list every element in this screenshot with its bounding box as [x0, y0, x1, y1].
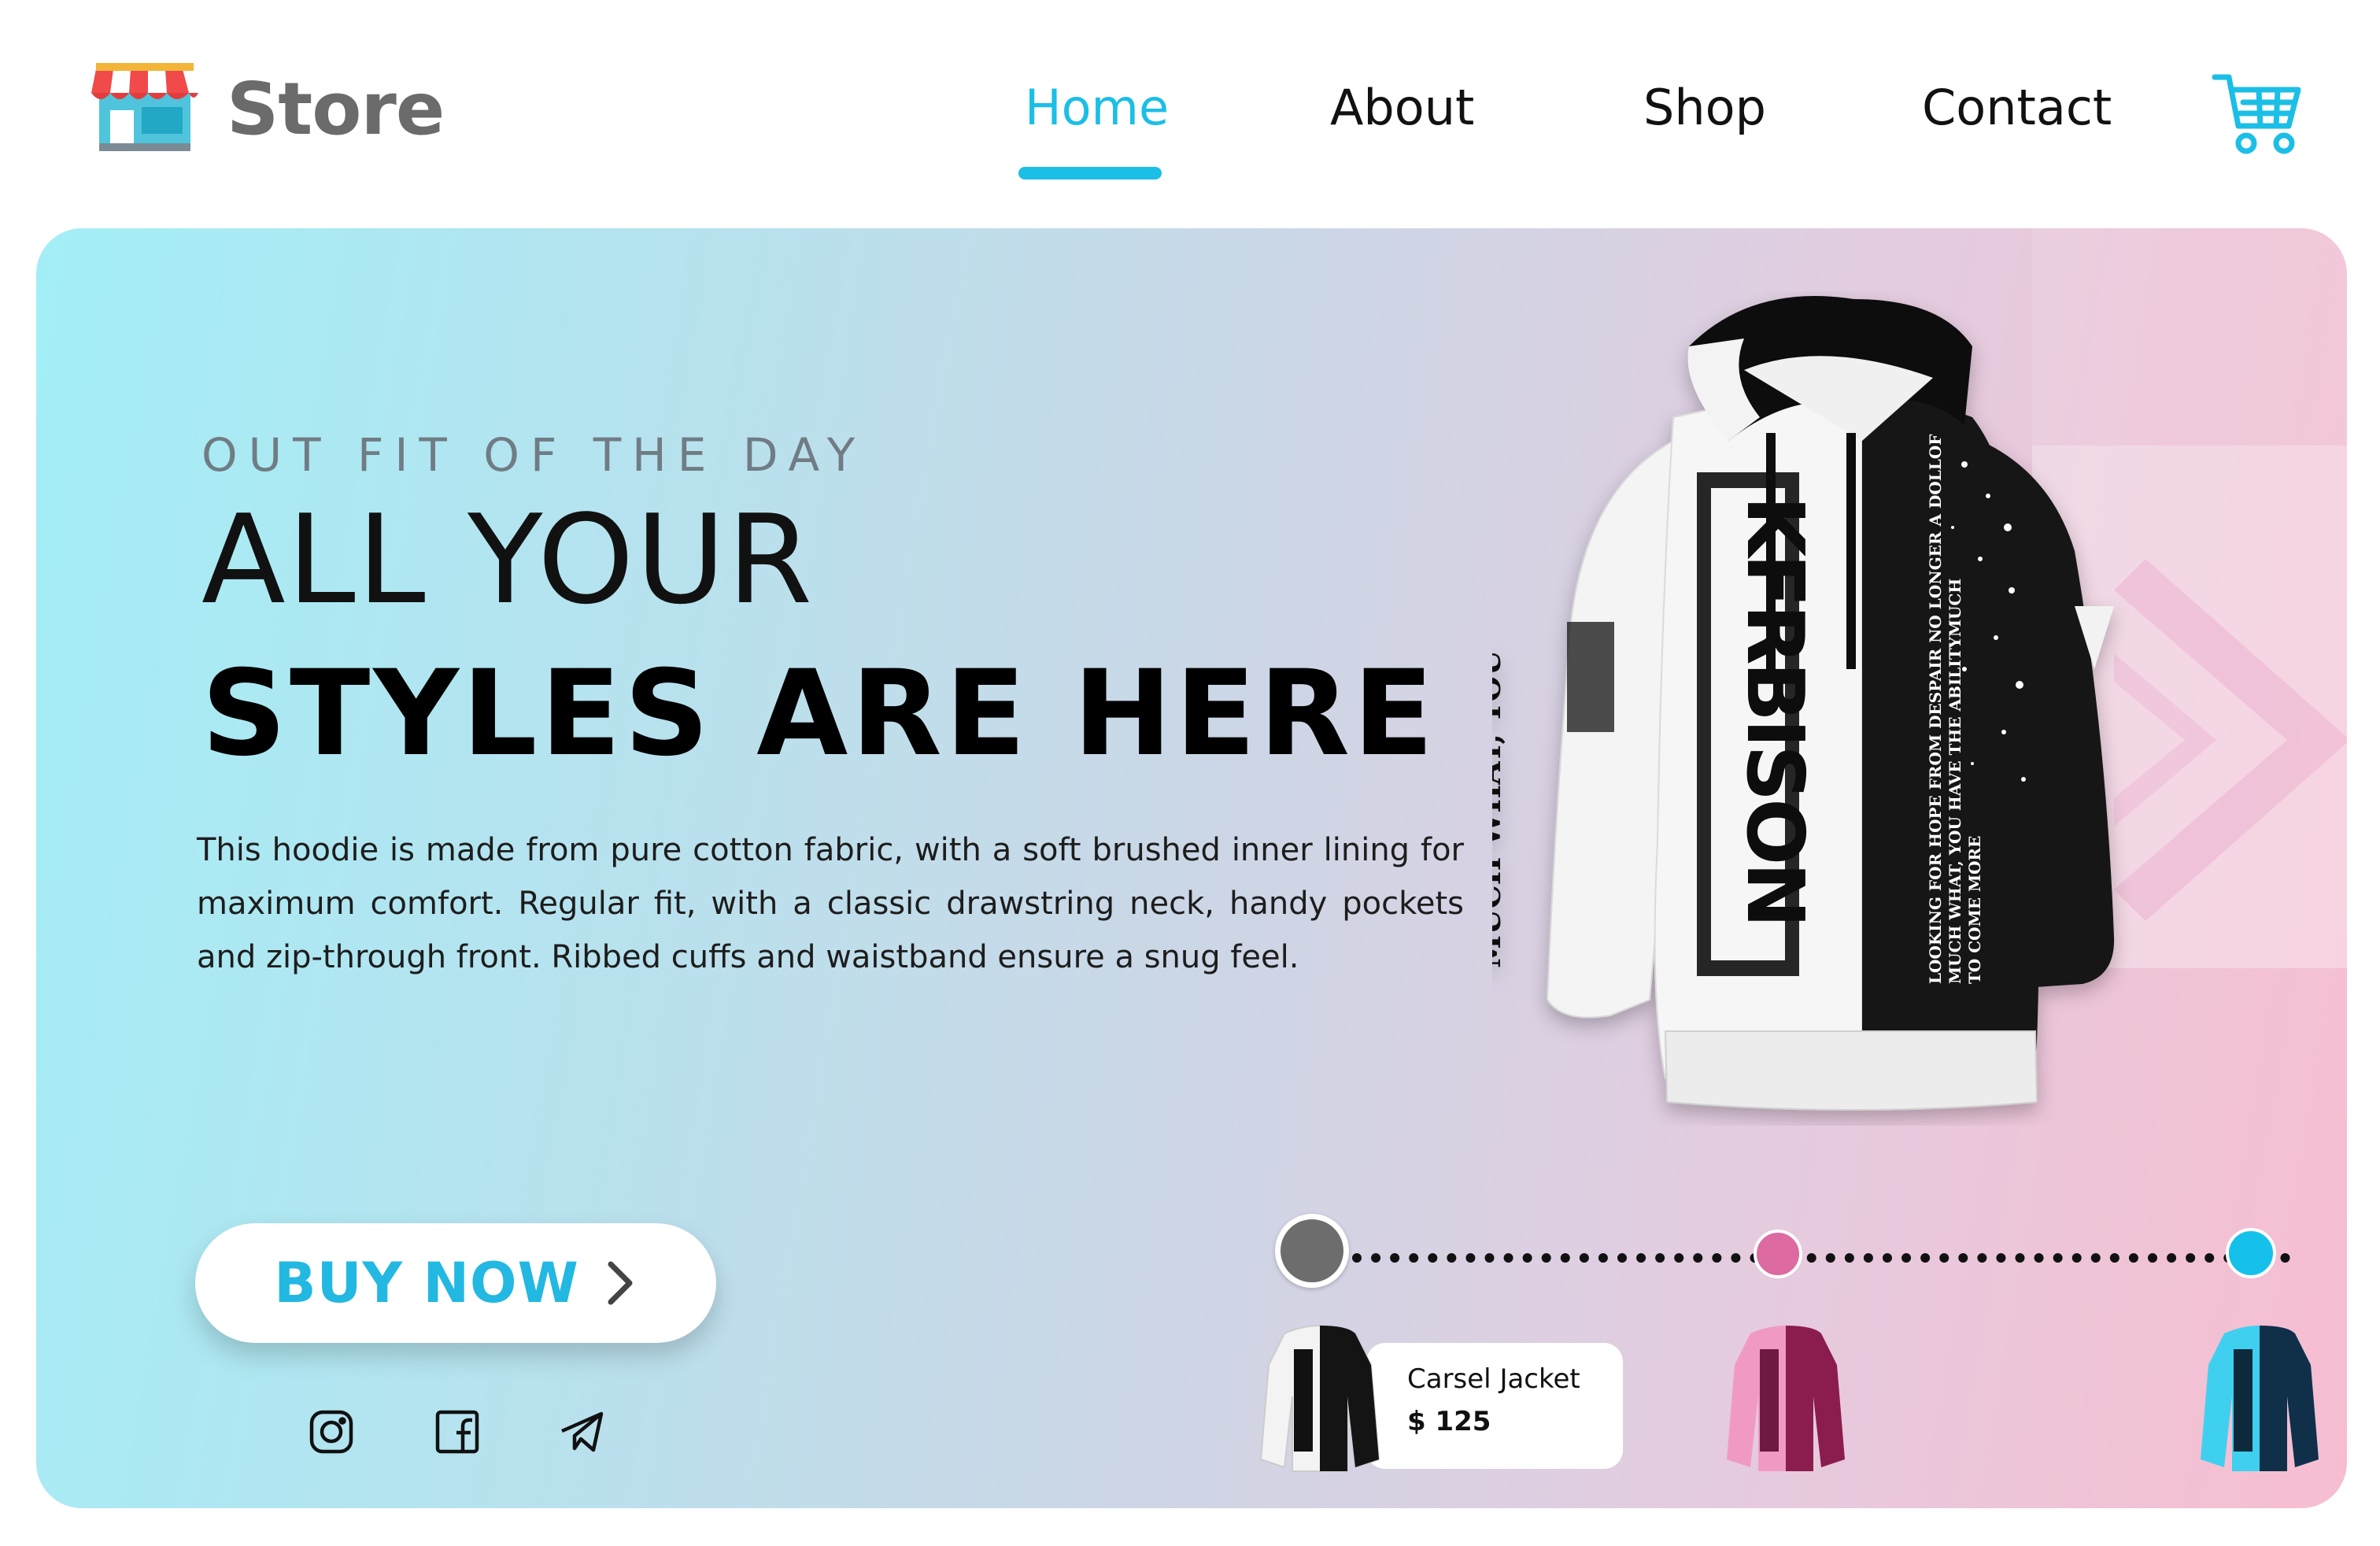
instagram-icon[interactable] — [309, 1409, 354, 1455]
hero-headline-bold: STYLES ARE HERE — [201, 645, 1437, 782]
svg-text:MUCH WHAT, YOU: MUCH WHAT, YOU — [1492, 650, 1507, 969]
svg-text:MUCH WHAT, YOU HAVE THE ABILIT: MUCH WHAT, YOU HAVE THE ABILITYMUCH — [1946, 579, 1964, 984]
nav-home[interactable]: Home — [1025, 79, 1169, 136]
brand-name: Store — [227, 66, 445, 151]
chevron-right-icon — [608, 1261, 633, 1305]
hero-banner: OUT FIT OF THE DAY ALL YOUR STYLES ARE H… — [36, 228, 2347, 1508]
hero-eyebrow: OUT FIT OF THE DAY — [201, 428, 867, 482]
color-track — [1352, 1253, 2290, 1263]
svg-text:LOOKING FOR HOPE FROM DESPAIR: LOOKING FOR HOPE FROM DESPAIR NO LONGER … — [1926, 435, 1945, 985]
buy-now-label: BUY NOW — [274, 1251, 579, 1315]
hero-headline-light: ALL YOUR — [201, 488, 815, 631]
brand-logo[interactable]: Store — [91, 61, 445, 156]
svg-text:TO COME MORE: TO COME MORE — [1965, 836, 1984, 984]
product-price: $ 125 — [1407, 1406, 1491, 1437]
storefront-icon — [91, 63, 198, 151]
hoodie-thumbnail-cyan[interactable] — [2193, 1318, 2326, 1475]
black-white-hoodie-image: KFRBISON MUCH WHAT, YOU LOOKING FOR HOPE… — [1492, 296, 2115, 1111]
hoodie-thumbnail-black-white[interactable] — [1253, 1318, 1387, 1475]
telegram-icon[interactable] — [559, 1409, 604, 1455]
facebook-icon[interactable] — [434, 1409, 480, 1455]
color-option-pink[interactable] — [1754, 1230, 1802, 1278]
buy-now-button[interactable]: BUY NOW — [195, 1223, 716, 1343]
nav-active-indicator — [1018, 167, 1162, 179]
hoodie-thumbnail-pink[interactable] — [1719, 1318, 1853, 1475]
product-card[interactable]: Carsel Jacket $ 125 — [1366, 1343, 1623, 1469]
product-name: Carsel Jacket — [1407, 1363, 1580, 1395]
color-option-grey[interactable] — [1275, 1214, 1349, 1288]
nav-shop[interactable]: Shop — [1643, 79, 1766, 136]
hero-description: This hoodie is made from pure cotton fab… — [197, 832, 1464, 975]
color-option-cyan[interactable] — [2226, 1228, 2276, 1278]
shopping-cart-icon[interactable] — [2212, 71, 2303, 159]
nav-about[interactable]: About — [1330, 79, 1474, 136]
nav-contact[interactable]: Contact — [1922, 79, 2112, 136]
